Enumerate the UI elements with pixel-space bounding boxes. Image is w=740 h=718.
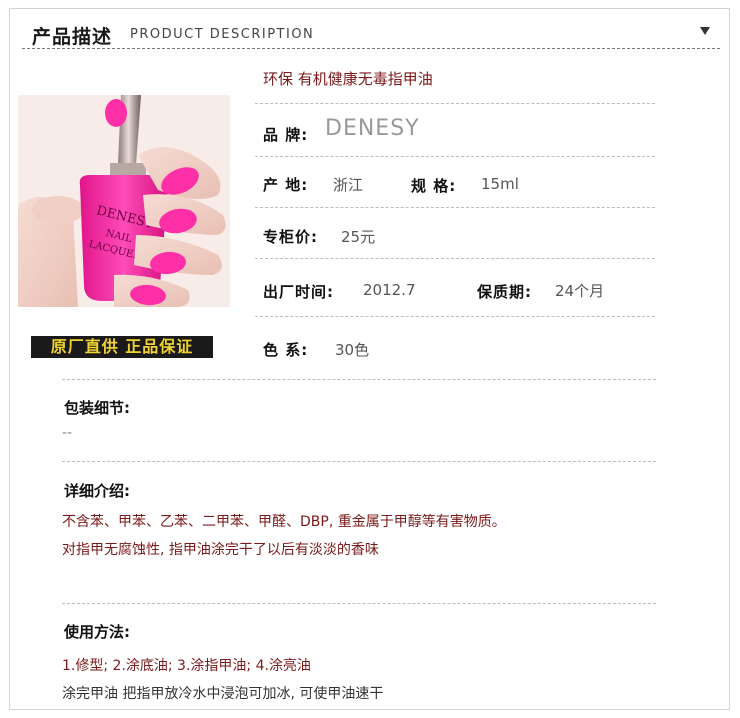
- spec-divider: [255, 103, 655, 104]
- origin-label: 产 地:: [263, 176, 309, 194]
- manufacture-date-label: 出厂时间:: [263, 283, 334, 301]
- price-label: 专柜价:: [263, 228, 318, 246]
- origin-value: 浙江: [333, 176, 364, 194]
- price-value: 25元: [341, 228, 376, 246]
- usage-line-2: 涂完甲油 把指甲放冷水中浸泡可加冰, 可使甲油速干: [62, 686, 384, 702]
- usage-line-1: 1.修型; 2.涂底油; 3.涂指甲油; 4.涂亮油: [62, 658, 311, 674]
- nail-polish-illustration: DENESY NAIL LACQUER: [18, 95, 230, 307]
- color-series-label: 色 系:: [263, 341, 309, 359]
- section-divider: [62, 461, 656, 462]
- section-header: 产品描述 PRODUCT DESCRIPTION: [22, 14, 720, 50]
- manufacture-date-value: 2012.7: [363, 281, 416, 299]
- details-line-2: 对指甲无腐蚀性, 指甲油涂完干了以后有淡淡的香味: [62, 542, 379, 558]
- brand-value: DENESY: [325, 116, 420, 141]
- details-line-1: 不含苯、甲苯、乙苯、二甲苯、甲醛、DBP, 重金属于甲醇等有害物质。: [62, 514, 506, 530]
- packaging-label: 包装细节:: [64, 399, 130, 417]
- authentic-badge: 原厂直供 正品保证: [31, 336, 213, 358]
- shelf-life-label: 保质期:: [477, 283, 532, 301]
- packaging-value: --: [62, 425, 73, 441]
- product-photo: DENESY NAIL LACQUER: [18, 95, 230, 307]
- spec-divider: [255, 258, 655, 259]
- section-divider: [62, 379, 656, 380]
- usage-label: 使用方法:: [64, 623, 130, 641]
- details-label: 详细介绍:: [64, 482, 130, 500]
- spec-divider: [255, 316, 655, 317]
- color-series-value: 30色: [335, 341, 370, 359]
- collapse-arrow-icon[interactable]: [700, 27, 710, 35]
- spec-divider: [255, 156, 655, 157]
- size-value: 15ml: [481, 175, 519, 193]
- header-title-cn: 产品描述: [32, 26, 113, 48]
- header-title-en: PRODUCT DESCRIPTION: [130, 27, 315, 42]
- size-label: 规 格:: [411, 177, 457, 195]
- product-tagline: 环保 有机健康无毒指甲油: [263, 70, 433, 88]
- header-divider: [22, 48, 720, 49]
- shelf-life-value: 24个月: [555, 282, 605, 300]
- spec-divider: [255, 207, 655, 208]
- brand-label: 品 牌:: [263, 126, 309, 144]
- section-divider: [62, 603, 656, 604]
